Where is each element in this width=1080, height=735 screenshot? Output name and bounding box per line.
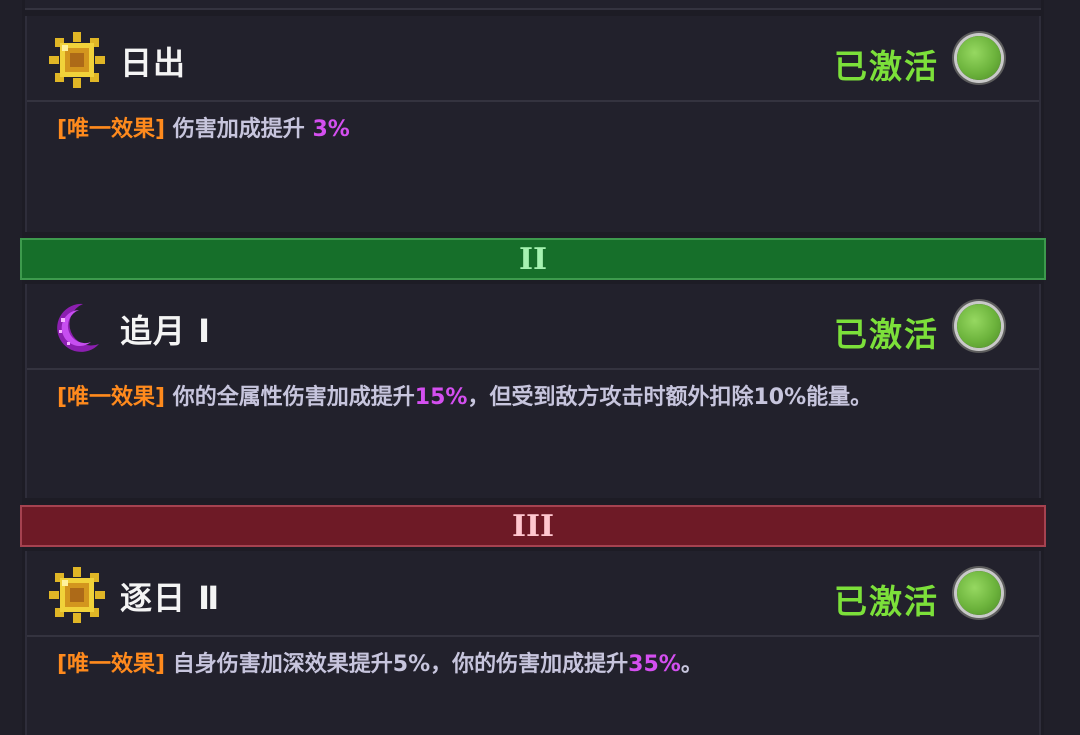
effect-card-chasing-moon[interactable]: 追月 Ⅰ 已激活 [唯一效果] 你的全属性伤害加成提升15%，但受到敌方攻击时额… — [25, 284, 1041, 498]
effect-description: [唯一效果] 伤害加成提升 3% — [57, 112, 999, 148]
status-label: 已激活 — [834, 47, 939, 86]
effect-text: 你的全属性伤害加成提升 — [165, 385, 415, 410]
effect-highlight-value: 35% — [628, 652, 681, 677]
sun-icon — [49, 567, 105, 623]
effect-description: [唯一效果] 你的全属性伤害加成提升15%，但受到敌方攻击时额外扣除10%能量。 — [57, 380, 999, 416]
effect-description: [唯一效果] 自身伤害加深效果提升5%，你的伤害加成提升35%。 — [57, 647, 999, 683]
effect-highlight-value: 15% — [414, 385, 468, 410]
status-label: 已激活 — [834, 582, 939, 621]
effect-tag: [唯一效果] — [57, 385, 166, 410]
effect-text: 自身伤害加深效果提升5%，你的伤害加成提升 — [165, 652, 629, 677]
effect-highlight-value: 3% — [312, 117, 350, 142]
effect-text-continued: ，但受到敌方攻击时额外扣除10%能量。 — [467, 385, 873, 410]
effect-card-chasing-sun[interactable]: 逐日 Ⅱ 已激活 [唯一效果] 自身伤害加深效果提升5%，你的伤害加成提升35%… — [25, 551, 1041, 735]
tier-divider-iii: III — [20, 505, 1046, 547]
status-label: 已激活 — [834, 315, 939, 354]
effect-card-header: 追月 Ⅰ 已激活 — [27, 284, 1039, 370]
effect-card-header: 日出 已激活 — [27, 16, 1039, 102]
effect-title: 追月 Ⅰ — [120, 312, 212, 350]
effect-card-header: 逐日 Ⅱ 已激活 — [27, 551, 1039, 637]
effect-tag: [唯一效果] — [57, 652, 166, 677]
effect-title: 逐日 Ⅱ — [120, 579, 221, 617]
status-active-indicator — [957, 304, 1001, 348]
previous-card-edge — [25, 0, 1041, 10]
panel-frame-left — [0, 0, 22, 735]
crescent-moon-icon — [57, 303, 99, 352]
status-active-indicator — [957, 36, 1001, 80]
sun-icon — [49, 32, 105, 88]
effect-text: 伤害加成提升 — [165, 117, 313, 142]
tier-divider-ii: II — [20, 238, 1046, 280]
effect-text-continued: 。 — [680, 652, 703, 677]
effect-card-sunrise[interactable]: 日出 已激活 [唯一效果] 伤害加成提升 3% — [25, 16, 1041, 232]
effect-title: 日出 — [120, 44, 187, 82]
panel-frame-right — [1044, 0, 1080, 735]
status-active-indicator — [957, 571, 1001, 615]
effect-tag: [唯一效果] — [57, 117, 166, 142]
